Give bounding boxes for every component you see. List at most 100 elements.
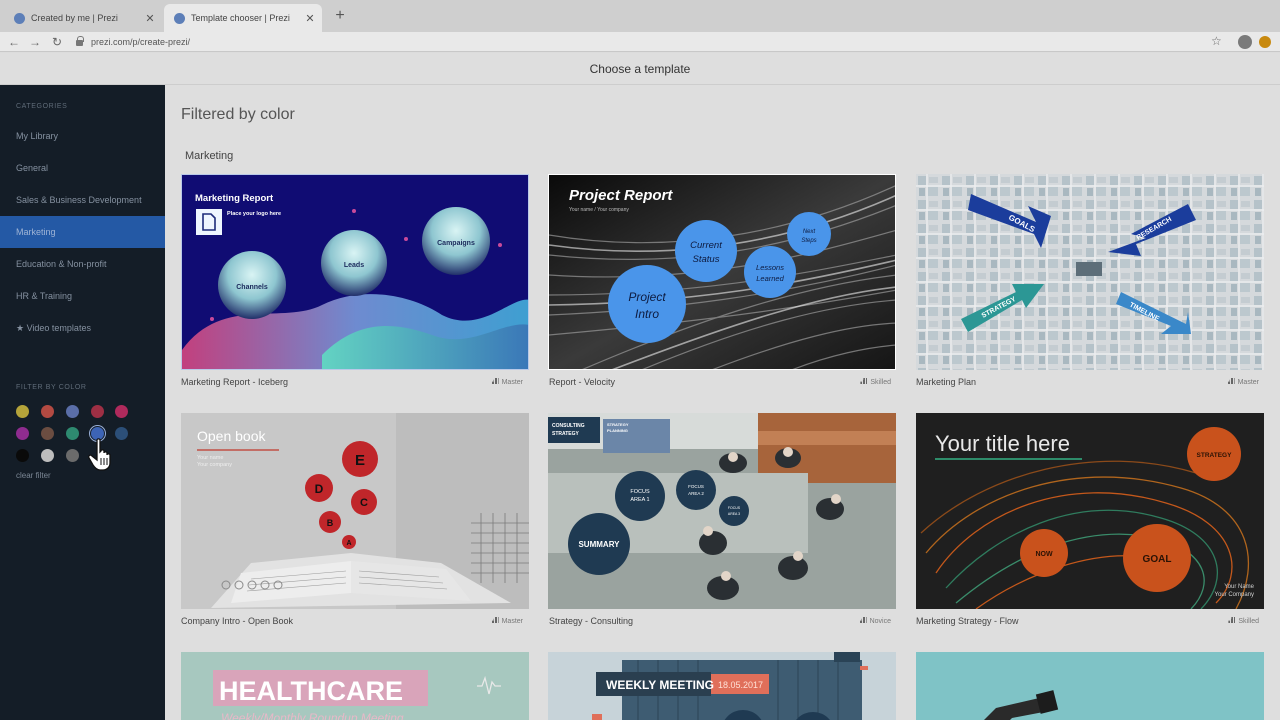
template-level: Master bbox=[443, 378, 523, 386]
color-swatch[interactable] bbox=[16, 449, 29, 462]
template-card-consulting[interactable]: CONSULTING STRATEGY STRATEGY PLANNING FO… bbox=[548, 413, 896, 609]
velocity-thumbnail: Project Report Your name / Your company … bbox=[549, 175, 895, 369]
level-bars-icon bbox=[860, 378, 868, 384]
extension-icon[interactable] bbox=[1259, 36, 1271, 48]
template-name[interactable]: Marketing Strategy - Flow bbox=[916, 616, 1019, 626]
flow-company: Your Company bbox=[1215, 592, 1254, 598]
main-content: Filtered by color Marketing Marketing Re… bbox=[165, 85, 1280, 720]
browser-tab-created-by-me[interactable]: Created by me | Prezi ✕ bbox=[4, 4, 162, 32]
consulting-title: CONSULTING bbox=[552, 423, 585, 429]
reload-icon[interactable]: ↻ bbox=[49, 34, 65, 50]
sidebar-item-sales[interactable]: Sales & Business Development bbox=[0, 184, 165, 216]
velocity-title: Project Report bbox=[569, 187, 673, 204]
svg-text:AREA 2: AREA 2 bbox=[688, 491, 704, 496]
filter-by-color-heading: FILTER BY COLOR bbox=[16, 384, 87, 391]
template-name[interactable]: Marketing Plan bbox=[916, 377, 976, 387]
template-card-iceberg[interactable]: Marketing Report Place your logo here Ch… bbox=[181, 174, 529, 370]
color-swatch[interactable] bbox=[66, 405, 79, 418]
open-book-letter: B bbox=[327, 518, 334, 528]
flow-name: Your Name bbox=[1224, 584, 1254, 590]
sidebar-item-marketing[interactable]: Marketing bbox=[0, 216, 165, 248]
svg-text:Learned: Learned bbox=[756, 274, 784, 283]
template-card-marketing-plan[interactable]: GOALS RESEARCH STRATEGY TIMELINE bbox=[916, 174, 1264, 370]
flow-bubble: GOAL bbox=[1143, 554, 1172, 565]
close-icon[interactable]: ✕ bbox=[142, 12, 158, 25]
template-level: Master bbox=[443, 617, 523, 625]
svg-text:FOCUS: FOCUS bbox=[630, 489, 650, 495]
template-card-weekly-meeting[interactable]: WEEKLY MEETING 18.05.2017 bbox=[548, 652, 896, 720]
template-level-label: Master bbox=[501, 618, 523, 625]
color-swatch[interactable] bbox=[41, 427, 54, 440]
template-card-telescope[interactable] bbox=[916, 652, 1264, 720]
star-icon[interactable]: ☆ bbox=[1211, 34, 1222, 48]
color-swatch[interactable] bbox=[66, 449, 79, 462]
consulting-summary: SUMMARY bbox=[578, 540, 620, 549]
consulting-title: STRATEGY bbox=[552, 431, 580, 437]
flow-bubble: NOW bbox=[1035, 551, 1053, 558]
sidebar-item-my-library[interactable]: My Library bbox=[0, 120, 165, 152]
prezi-favicon-icon bbox=[14, 12, 25, 24]
flow-thumbnail: Your title here STRATEGY NOW GOAL Your N… bbox=[916, 413, 1264, 609]
clear-filter-link[interactable]: clear filter bbox=[16, 471, 51, 480]
open-book-letter: D bbox=[315, 482, 324, 496]
categories-heading: CATEGORIES bbox=[16, 103, 68, 110]
hand-cursor-icon bbox=[88, 438, 111, 471]
profile-avatar[interactable] bbox=[1238, 35, 1252, 49]
healthcare-thumbnail: HEALTHCARE Weekly/Monthly Roundup Meetin… bbox=[181, 652, 529, 720]
iceberg-bubble: Campaigns bbox=[437, 240, 475, 247]
svg-text:Project: Project bbox=[628, 290, 666, 304]
template-level: Master bbox=[1179, 378, 1259, 386]
template-name[interactable]: Marketing Report - Iceberg bbox=[181, 377, 288, 387]
open-book-subtitle: Your company bbox=[197, 462, 232, 468]
sidebar-item-video-templates[interactable]: ★ Video templates bbox=[0, 312, 165, 344]
browser-tab-template-chooser[interactable]: Template chooser | Prezi ✕ bbox=[164, 4, 322, 32]
color-swatch[interactable] bbox=[66, 427, 79, 440]
template-name[interactable]: Company Intro - Open Book bbox=[181, 616, 293, 626]
address-bar: ← → ↻ prezi.com/p/create-prezi/ ☆ bbox=[0, 32, 1280, 52]
new-tab-button[interactable]: + bbox=[330, 6, 350, 26]
flow-title: Your title here bbox=[935, 431, 1070, 456]
back-icon[interactable]: ← bbox=[6, 34, 22, 50]
url-field[interactable]: prezi.com/p/create-prezi/ bbox=[76, 35, 190, 49]
color-swatch[interactable] bbox=[91, 405, 104, 418]
sidebar-item-education[interactable]: Education & Non-profit bbox=[0, 248, 165, 280]
color-swatch[interactable] bbox=[16, 405, 29, 418]
consulting-thumbnail: CONSULTING STRATEGY STRATEGY PLANNING FO… bbox=[548, 413, 896, 609]
template-name[interactable]: Strategy - Consulting bbox=[549, 616, 633, 626]
color-swatch[interactable] bbox=[41, 449, 54, 462]
close-icon[interactable]: ✕ bbox=[302, 12, 318, 25]
weekly-meeting-title: WEEKLY MEETING bbox=[606, 678, 714, 692]
sidebar-item-hr-training[interactable]: HR & Training bbox=[0, 280, 165, 312]
template-card-open-book[interactable]: Open book Your name Your company E D C B… bbox=[181, 413, 529, 609]
svg-text:Current: Current bbox=[690, 240, 722, 251]
color-swatch[interactable] bbox=[115, 405, 128, 418]
lock-icon bbox=[76, 36, 84, 46]
level-bars-icon bbox=[491, 378, 499, 384]
template-level: Skilled bbox=[1179, 617, 1259, 625]
iceberg-title: Marketing Report bbox=[195, 193, 274, 204]
iceberg-bubble: Channels bbox=[236, 284, 268, 291]
template-level: Novice bbox=[811, 617, 891, 625]
template-level-label: Novice bbox=[869, 618, 891, 625]
telescope-thumbnail bbox=[916, 652, 1264, 720]
flow-bubble: STRATEGY bbox=[1197, 452, 1233, 459]
iceberg-logo-text: Place your logo here bbox=[227, 211, 281, 217]
template-card-healthcare[interactable]: HEALTHCARE Weekly/Monthly Roundup Meetin… bbox=[181, 652, 529, 720]
forward-icon[interactable]: → bbox=[27, 34, 43, 50]
color-swatch[interactable] bbox=[16, 427, 29, 440]
iceberg-thumbnail: Marketing Report Place your logo here Ch… bbox=[182, 175, 528, 369]
weekly-meeting-date: 18.05.2017 bbox=[718, 680, 763, 690]
level-bars-icon bbox=[1228, 617, 1236, 623]
prezi-favicon-icon bbox=[174, 12, 185, 24]
sidebar-item-general[interactable]: General bbox=[0, 152, 165, 184]
template-name[interactable]: Report - Velocity bbox=[549, 377, 615, 387]
open-book-letter: E bbox=[355, 452, 365, 469]
svg-text:AREA 3: AREA 3 bbox=[728, 512, 740, 516]
color-swatch[interactable] bbox=[41, 405, 54, 418]
svg-text:Next: Next bbox=[803, 229, 816, 235]
template-card-flow[interactable]: Your title here STRATEGY NOW GOAL Your N… bbox=[916, 413, 1264, 609]
section-title: Marketing bbox=[185, 150, 234, 162]
template-card-velocity[interactable]: Project Report Your name / Your company … bbox=[548, 174, 896, 370]
level-bars-icon bbox=[1227, 378, 1235, 384]
open-book-title: Open book bbox=[197, 428, 266, 444]
